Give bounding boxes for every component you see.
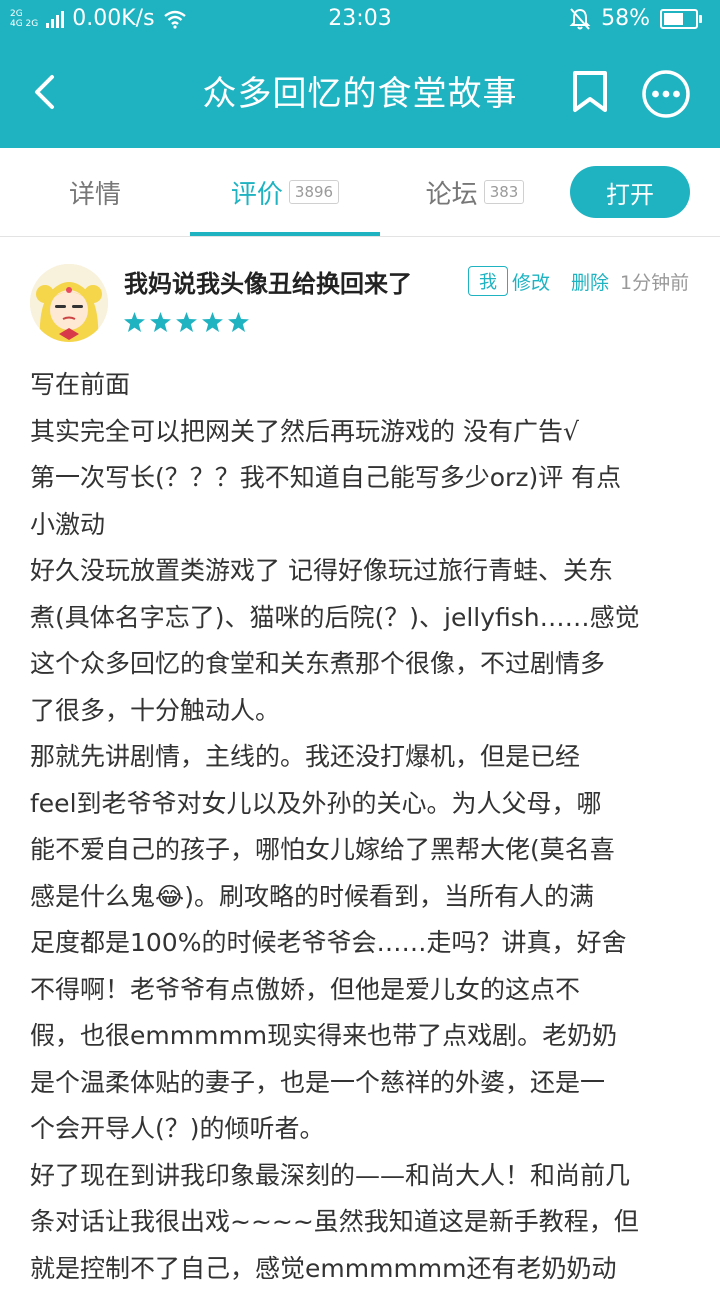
review-text-line: 了很多，十分触动人。 bbox=[30, 688, 694, 735]
review-text-line: 好了现在到讲我印象最深刻的——和尚大人！和尚前几 bbox=[30, 1153, 694, 1200]
active-tab-indicator bbox=[190, 232, 380, 236]
review-text-line: 第一次写长(？？？我不知道自己能写多少orz)评 有点 bbox=[30, 455, 694, 502]
page-title: 众多回忆的食堂故事 bbox=[150, 66, 570, 115]
star-icon bbox=[124, 312, 145, 332]
review-text-line: 煮(具体名字忘了)、猫咪的后院(？)、jellyfish……感觉 bbox=[30, 595, 694, 642]
star-icon bbox=[150, 312, 171, 332]
tab-reviews[interactable]: 评价 3896 bbox=[190, 148, 380, 236]
delete-review-link[interactable]: 删除 bbox=[571, 268, 609, 295]
tab-details[interactable]: 详情 bbox=[0, 148, 190, 236]
review-text-line: 写在前面 bbox=[30, 362, 694, 409]
review-text-line: 小激动 bbox=[30, 502, 694, 549]
bell-muted-icon bbox=[569, 7, 591, 31]
tab-reviews-label: 评价 bbox=[231, 174, 283, 211]
review-time: 1分钟前 bbox=[620, 268, 689, 295]
review-text-line: 是个温柔体贴的妻子，也是一个慈祥的外婆，还是一 bbox=[30, 1060, 694, 1107]
more-icon bbox=[640, 68, 692, 120]
more-options-button[interactable] bbox=[640, 68, 692, 120]
tab-bar: 详情 评价 3896 论坛 383 打开 bbox=[0, 148, 720, 237]
review-text-line: 这个众多回忆的食堂和关东煮那个很像，不过剧情多 bbox=[30, 641, 694, 688]
star-icon bbox=[228, 312, 249, 332]
tab-forum-label: 论坛 bbox=[426, 174, 478, 211]
me-badge: 我 bbox=[468, 266, 508, 296]
star-icon bbox=[202, 312, 223, 332]
tab-forum[interactable]: 论坛 383 bbox=[380, 148, 570, 236]
review-text-line: 个会开导人(？)的倾听者。 bbox=[30, 1106, 694, 1153]
review-text-line: 感是什么鬼😂)。刷攻略的时候看到，当所有人的满 bbox=[30, 874, 694, 921]
review-text-line: 足度都是100%的时候老爷爷会……走吗？讲真，好舍 bbox=[30, 920, 694, 967]
tab-reviews-count: 3896 bbox=[289, 180, 339, 204]
review-body: 写在前面其实完全可以把网关了然后再玩游戏的 没有广告√第一次写长(？？？我不知道… bbox=[30, 362, 694, 1292]
open-button[interactable]: 打开 bbox=[570, 166, 690, 218]
avatar[interactable] bbox=[30, 264, 108, 342]
app-header: 2G 4G 2G 0.00K/s 23:03 58% bbox=[0, 0, 720, 148]
tab-details-label: 详情 bbox=[69, 174, 121, 211]
navigation-bar: 众多回忆的食堂故事 bbox=[0, 38, 720, 148]
review-text-line: 不得啊！老爷爷有点傲娇，但他是爱儿女的这点不 bbox=[30, 967, 694, 1014]
bookmark-button[interactable] bbox=[566, 68, 614, 116]
tab-forum-count: 383 bbox=[484, 180, 525, 204]
status-bar: 2G 4G 2G 0.00K/s 23:03 58% bbox=[0, 0, 720, 38]
review-text-line: 条对话让我很出戏~~~~虽然我知道这是新手教程，但 bbox=[30, 1199, 694, 1246]
bookmark-icon bbox=[566, 68, 614, 116]
chevron-left-icon bbox=[32, 74, 58, 110]
avatar-image bbox=[30, 264, 108, 342]
review-text-line: 其实完全可以把网关了然后再玩游戏的 没有广告√ bbox=[30, 409, 694, 456]
review-text-line: feel到老爷爷对女儿以及外孙的关心。为人父母，哪 bbox=[30, 781, 694, 828]
edit-review-link[interactable]: 修改 bbox=[512, 268, 550, 295]
review-text-line: 好久没玩放置类游戏了 记得好像玩过旅行青蛙、关东 bbox=[30, 548, 694, 595]
review-text-line: 就是控制不了自己，感觉emmmmmm还有老奶奶动 bbox=[30, 1246, 694, 1292]
rating-stars bbox=[124, 312, 249, 332]
battery-icon bbox=[660, 9, 698, 29]
star-icon bbox=[176, 312, 197, 332]
battery-percent: 58% bbox=[601, 6, 650, 31]
back-button[interactable] bbox=[20, 64, 70, 120]
status-right: 58% bbox=[569, 6, 698, 31]
review-text-line: 假，也很emmmmm现实得来也带了点戏剧。老奶奶 bbox=[30, 1013, 694, 1060]
review-username[interactable]: 我妈说我头像丑给换回来了 bbox=[124, 264, 412, 299]
review-text-line: 能不爱自己的孩子，哪怕女儿嫁给了黑帮大佬(莫名喜 bbox=[30, 827, 694, 874]
review-text-line: 那就先讲剧情，主线的。我还没打爆机，但是已经 bbox=[30, 734, 694, 781]
